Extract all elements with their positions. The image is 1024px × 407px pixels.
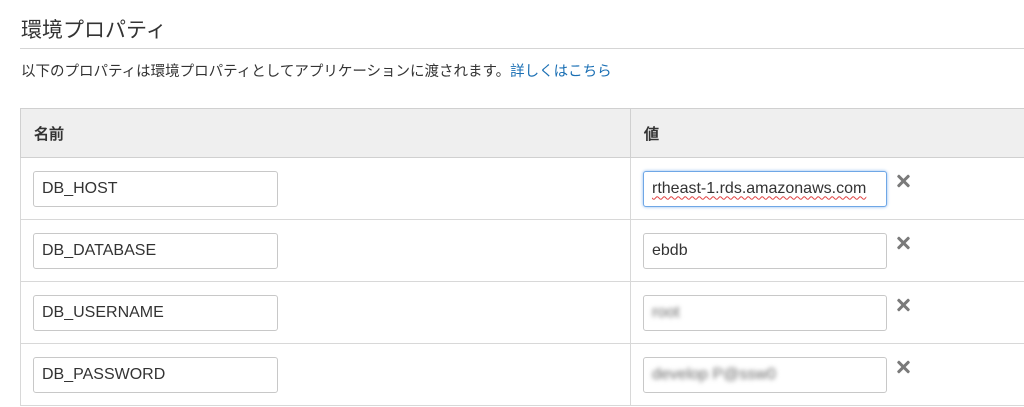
column-header-name: 名前 <box>20 108 631 158</box>
table-row: DB_USERNAME root <box>20 281 1024 344</box>
page-title: 環境プロパティ <box>21 18 167 42</box>
property-name-input[interactable]: DB_USERNAME <box>33 294 278 331</box>
section-description: 以下のプロパティは環境プロパティとしてアプリケーションに渡されます。詳しくはこち… <box>21 60 612 81</box>
property-value-text: rtheast-1.rds.amazonaws.com <box>652 179 867 197</box>
property-name-input[interactable]: DB_DATABASE <box>33 232 278 269</box>
table-row: DB_PASSWORD develop P@ssw0 <box>20 343 1024 406</box>
close-icon[interactable] <box>896 360 910 374</box>
table-row: DB_DATABASE ebdb <box>20 219 1024 282</box>
description-text: 以下のプロパティは環境プロパティとしてアプリケーションに渡されます。 <box>21 64 511 80</box>
close-icon[interactable] <box>896 174 910 188</box>
property-value-input[interactable]: develop P@ssw0 <box>643 356 887 393</box>
property-value-input[interactable]: root <box>643 294 887 331</box>
property-value-input[interactable]: rtheast-1.rds.amazonaws.com <box>643 170 887 207</box>
obscured-value-text: root <box>652 303 680 321</box>
close-icon[interactable] <box>896 236 910 250</box>
environment-properties-table: 名前 値 DB_HOST rtheast-1.rds.amazonaws.com… <box>20 108 1024 406</box>
title-divider <box>20 48 1024 49</box>
table-header-row: 名前 値 <box>20 108 1024 158</box>
property-value-input[interactable]: ebdb <box>643 232 887 269</box>
property-name-input[interactable]: DB_PASSWORD <box>33 356 278 393</box>
property-name-input[interactable]: DB_HOST <box>33 170 278 207</box>
table-row: DB_HOST rtheast-1.rds.amazonaws.com <box>20 157 1024 220</box>
obscured-value-text: develop P@ssw0 <box>652 365 776 383</box>
column-header-value: 値 <box>630 108 1024 158</box>
learn-more-link[interactable]: 詳しくはこちら <box>510 64 612 80</box>
close-icon[interactable] <box>896 298 910 312</box>
